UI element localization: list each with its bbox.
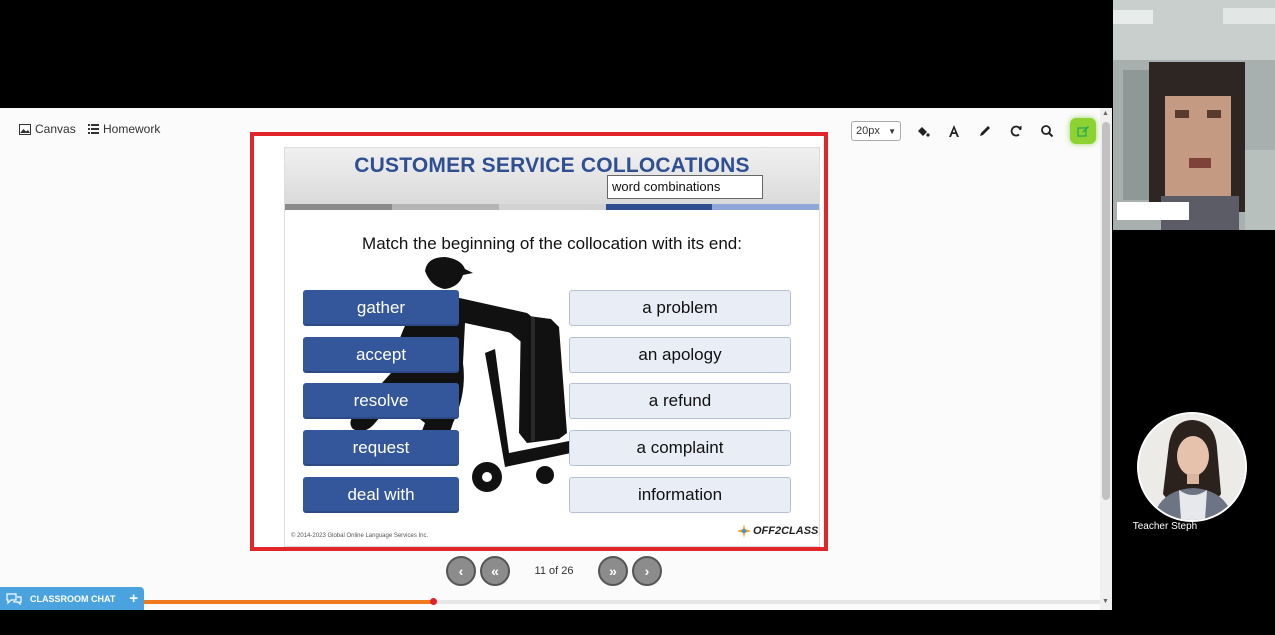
edit-mode-button[interactable] [1070, 118, 1096, 144]
header-stripe [285, 204, 392, 210]
left-word-card[interactable]: gather [303, 290, 459, 326]
refresh-tool[interactable] [1007, 122, 1025, 140]
double-chevron-left-icon: « [491, 563, 499, 579]
right-word-card[interactable]: a problem [569, 290, 791, 326]
chevron-down-icon: ▼ [888, 126, 896, 136]
left-word-card[interactable]: request [303, 430, 459, 466]
lesson-progress-bar[interactable] [144, 598, 1100, 605]
left-word-card[interactable]: accept [303, 337, 459, 373]
page-indicator: 11 of 26 [534, 565, 574, 577]
classroom-chat-toggle[interactable]: CLASSROOM CHAT + [0, 587, 144, 610]
font-size-value: 20px [856, 125, 880, 137]
paint-bucket-tool[interactable] [914, 122, 932, 140]
progress-handle[interactable] [430, 598, 437, 605]
brand-logo: OFF2CLASS [737, 524, 818, 538]
chevron-left-icon: ‹ [458, 563, 464, 579]
lesson-progress-fill [144, 600, 431, 604]
left-word-card[interactable]: resolve [303, 383, 459, 419]
brand-name: OFF2CLASS [753, 525, 819, 537]
student-video-pixelated [1113, 0, 1275, 230]
header-stripe [499, 204, 606, 210]
pencil-tool[interactable] [976, 122, 994, 140]
header-stripe [606, 204, 712, 210]
right-word-card[interactable]: a complaint [569, 430, 791, 466]
slide-instruction: Match the beginning of the collocation w… [362, 234, 742, 253]
chevron-right-icon: › [644, 563, 650, 579]
slide-pager: ‹ « 11 of 26 » › [446, 556, 662, 586]
text-tool[interactable] [945, 122, 963, 140]
slide[interactable]: CUSTOMER SERVICE COLLOCATIONS word combi… [284, 147, 820, 547]
double-chevron-right-icon: » [609, 563, 617, 579]
first-slide-button[interactable]: « [480, 556, 510, 586]
teacher-photo [1139, 414, 1245, 520]
classroom-chat-label: CLASSROOM CHAT [30, 593, 116, 604]
image-icon [19, 123, 31, 135]
edit-icon [1076, 125, 1089, 137]
drawing-toolbar: 20px ▼ [851, 118, 1096, 144]
header-stripe [392, 204, 499, 210]
next-slide-button[interactable]: › [632, 556, 662, 586]
pencil-icon [980, 126, 990, 136]
homework-tab[interactable]: Homework [88, 122, 160, 136]
vertical-scrollbar[interactable]: ▲ ▼ [1100, 108, 1112, 610]
canvas-tab-label: Canvas [35, 122, 76, 136]
right-word-card[interactable]: an apology [569, 337, 791, 373]
text-icon [949, 125, 959, 137]
annotation-textbox[interactable]: word combinations [607, 175, 763, 199]
paint-bucket-icon [918, 127, 930, 137]
last-slide-button[interactable]: » [598, 556, 628, 586]
chat-icon [6, 592, 22, 605]
refresh-icon [1010, 125, 1022, 137]
right-word-card[interactable]: a refund [569, 383, 791, 419]
left-word-card[interactable]: deal with [303, 477, 459, 513]
zoom-tool[interactable] [1038, 122, 1056, 140]
search-icon [1041, 125, 1054, 138]
lesson-app: Canvas Homework 20px ▼ ▲ ▼ CUSTOMER SERV… [0, 108, 1112, 610]
copyright-text: © 2014-2023 Global Online Language Servi… [291, 533, 429, 539]
brand-star-icon [737, 524, 751, 538]
teacher-avatar[interactable] [1137, 412, 1247, 522]
student-webcam-feed [1113, 0, 1275, 230]
teacher-name: Teacher Steph [1132, 521, 1198, 532]
list-icon [88, 124, 99, 134]
header-stripe [712, 204, 819, 210]
scroll-up-icon[interactable]: ▲ [1102, 110, 1109, 117]
prev-slide-button[interactable]: ‹ [446, 556, 476, 586]
canvas-tab[interactable]: Canvas [19, 122, 76, 136]
scroll-down-icon[interactable]: ▼ [1102, 598, 1109, 605]
scrollbar-thumb[interactable] [1102, 122, 1110, 500]
slide-frame: CUSTOMER SERVICE COLLOCATIONS word combi… [250, 132, 828, 551]
plus-icon[interactable]: + [129, 590, 138, 607]
homework-tab-label: Homework [103, 122, 161, 136]
right-word-card[interactable]: information [569, 477, 791, 513]
font-size-select[interactable]: 20px ▼ [851, 121, 901, 141]
